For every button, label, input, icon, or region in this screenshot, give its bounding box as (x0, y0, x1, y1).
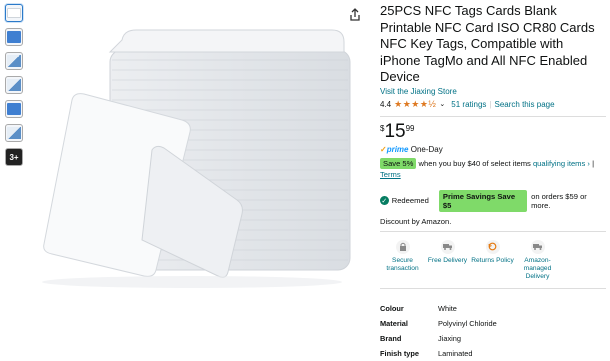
price-fraction: 99 (405, 123, 415, 133)
rating-value: 4.4 (380, 99, 392, 109)
spec-row: Material Polyvinyl Chloride (380, 316, 497, 331)
feature-label: Amazon-managed Delivery (523, 256, 552, 280)
prime-delivery: One-Day (410, 144, 443, 154)
spec-key: Material (380, 318, 408, 328)
spec-key: Brand (380, 333, 402, 343)
coupon-text: when you buy $40 of select items (418, 158, 531, 168)
thumbnail-2[interactable] (5, 28, 23, 46)
share-icon[interactable] (348, 8, 362, 22)
card-thumb-graphic (7, 8, 21, 18)
feature-label: Returns Policy (471, 256, 514, 264)
thumbnail-3[interactable] (5, 52, 23, 70)
thumbnail-5[interactable] (5, 100, 23, 118)
product-info-panel: 25PCS NFC Tags Cards Blank Printable NFC… (380, 0, 606, 361)
separator: | (592, 158, 595, 168)
coupon-row: Save 5% when you buy $40 of select items… (380, 157, 606, 180)
spec-key: Finish type (380, 348, 420, 358)
terms-link[interactable]: Terms (380, 170, 401, 179)
divider (380, 230, 606, 232)
truck-icon (440, 239, 455, 254)
blue-thumb-graphic (7, 103, 21, 115)
spec-value: Laminated (438, 348, 473, 358)
divider (380, 287, 606, 289)
save-badge: Save 5% (380, 157, 417, 169)
rating-row: 4.4 ★★★★½ ⌄ 51 ratings | Search this pag… (380, 99, 606, 110)
thumbnail-strip: 3+ (5, 4, 27, 172)
feature-label: Free Delivery (427, 256, 468, 264)
divider (380, 115, 606, 117)
search-page-link[interactable]: Search this page (495, 100, 555, 109)
spec-row: Colour White (380, 301, 497, 316)
feature-icons: Secure transaction Free Delivery Returns… (380, 239, 606, 281)
separator: | (489, 99, 492, 109)
discount-text: Discount by Amazon. (380, 216, 452, 226)
redeemed-label: Redeemed (391, 196, 429, 205)
spec-row: Finish type Laminated (380, 346, 497, 361)
prime-savings-badge: Prime Savings Save $5 (438, 189, 528, 212)
mixed-thumb-graphic (7, 79, 21, 91)
spec-key: Colour (380, 303, 404, 313)
lock-icon (395, 239, 410, 254)
product-title: 25PCS NFC Tags Cards Blank Printable NFC… (380, 3, 595, 84)
price: $ 15 99 (380, 120, 606, 142)
prime-label: prime (386, 144, 409, 154)
thumbnail-more[interactable]: 3+ (5, 148, 23, 166)
more-count: 3+ (9, 152, 19, 162)
thumbnail-6[interactable] (5, 124, 23, 142)
thumbnail-1[interactable] (5, 4, 23, 22)
feature-returns[interactable]: Returns Policy (470, 239, 515, 281)
feature-secure[interactable]: Secure transaction (380, 239, 425, 281)
prime-savings-row: ✓ Redeemed Prime Savings Save $5 on orde… (380, 189, 606, 212)
feature-label: Secure transaction (386, 256, 419, 272)
prime-badge: ✓prime One-Day (380, 145, 606, 154)
spec-value: Polyvinyl Chloride (438, 318, 497, 328)
feature-free-delivery[interactable]: Free Delivery (425, 239, 470, 281)
chevron-right-icon[interactable]: › (585, 159, 590, 168)
qualifying-items-link[interactable]: qualifying items (533, 159, 585, 168)
feature-amazon-delivery[interactable]: Amazon-managed Delivery (515, 239, 560, 281)
star-rating-icon[interactable]: ★★★★½ (394, 99, 436, 110)
blue-thumb-graphic (7, 31, 21, 43)
store-link[interactable]: Visit the Jiaxing Store (380, 87, 606, 96)
delivery-van-icon (530, 239, 545, 254)
spec-value: Jiaxing (438, 333, 462, 343)
main-product-image[interactable] (32, 0, 352, 294)
spec-row: Brand Jiaxing (380, 331, 497, 346)
check-circle-icon: ✓ (380, 196, 389, 205)
chevron-down-icon[interactable]: ⌄ (439, 100, 445, 108)
mixed-thumb-graphic (7, 127, 21, 139)
prime-check-icon: ✓ (380, 144, 387, 154)
product-specs: Colour White Material Polyvinyl Chloride B… (380, 301, 606, 361)
prime-savings-text: on orders $59 or more. (531, 191, 587, 210)
return-icon (485, 239, 500, 254)
price-whole: 15 (384, 120, 406, 142)
mixed-thumb-graphic (7, 55, 21, 67)
ratings-count-link[interactable]: 51 ratings (451, 100, 486, 109)
thumbnail-4[interactable] (5, 76, 23, 94)
spec-value: White (438, 303, 457, 313)
